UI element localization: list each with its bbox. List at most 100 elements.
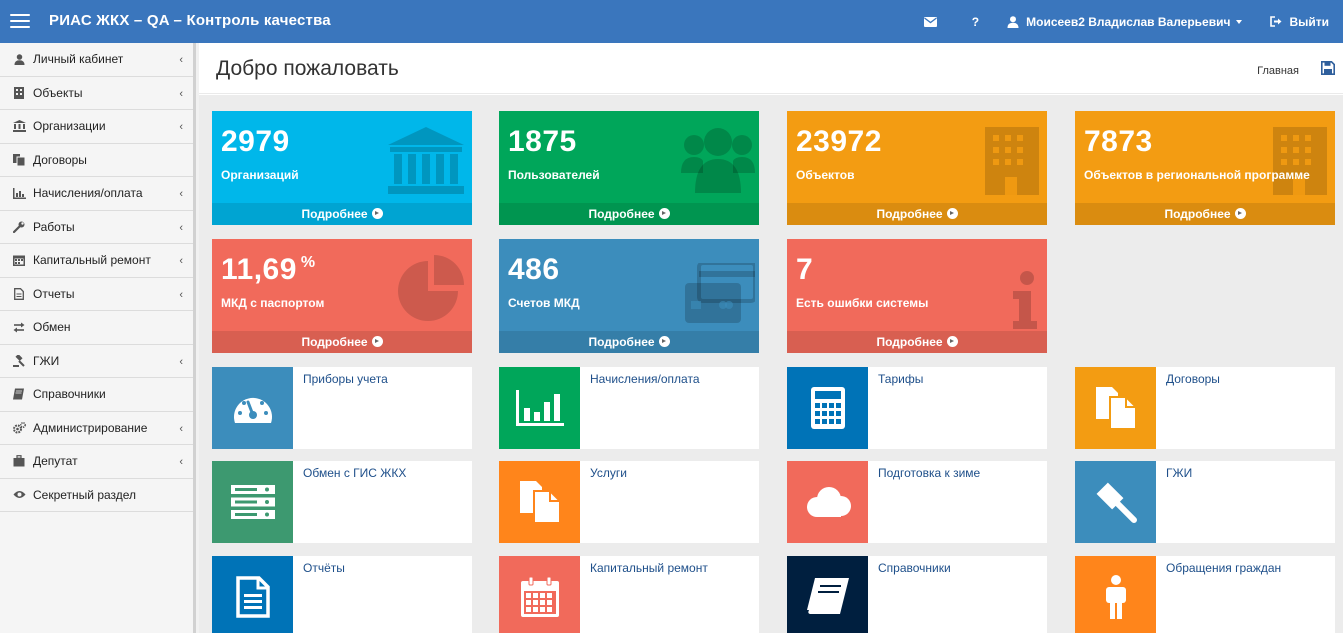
sidebar-item-label: ГЖИ [33,353,60,368]
messages-button[interactable] [910,0,958,43]
sidebar-item-exchange[interactable]: Обмен [0,311,193,345]
more-link[interactable]: Подробнее [787,331,1047,353]
module-label: Справочники [878,561,951,575]
module-citizen-requests[interactable]: Обращения граждан [1075,556,1335,633]
sidebar-item-directories[interactable]: Справочники [0,378,193,412]
sidebar-item-deputy[interactable]: Депутат ‹ [0,445,193,479]
sidebar-item-label: Секретный раздел [33,487,137,502]
sidebar-item-objects[interactable]: Объекты ‹ [0,76,193,110]
sidebar-item-label: Личный кабинет [33,52,124,67]
stat-value: 11,69% [221,253,316,287]
chevron-left-icon: ‹ [179,54,183,66]
stat-objects: 23972 Объектов Подробнее [787,111,1047,225]
building-icon [985,127,1039,195]
app-title[interactable]: РИАС ЖКХ – QA – Контроль качества [49,12,331,29]
module-label: Приборы учета [303,372,388,386]
sidebar-item-capital-repair[interactable]: Капитальный ремонт ‹ [0,244,193,278]
users-icon [681,128,755,193]
stat-label: Пользователей [508,168,600,182]
stat-users: 1875 Пользователей Подробнее [499,111,759,225]
user-name: Моисеев2 Владислав Валерьевич [1026,14,1231,29]
more-link[interactable]: Подробнее [212,331,472,353]
arrow-circle-right-icon [946,208,958,219]
arrow-circle-right-icon [658,336,670,347]
sidebar-item-label: Обмен [33,320,71,335]
stat-value: 7873 [1084,125,1153,158]
user-icon [12,52,26,66]
more-link[interactable]: Подробнее [787,203,1047,225]
module-reports[interactable]: Отчёты [212,556,472,633]
suitcase-icon [12,454,26,468]
help-button[interactable]: ? [958,0,993,43]
module-label: Договоры [1166,372,1220,386]
bar-chart-icon [12,186,26,200]
book-icon [787,556,868,633]
stat-unit: % [300,254,316,271]
breadcrumb[interactable]: Главная [1257,65,1299,77]
envelope-icon [923,16,937,27]
sidebar-item-organizations[interactable]: Организации ‹ [0,110,193,144]
sidebar-item-cabinet[interactable]: Личный кабинет ‹ [0,43,193,77]
sidebar: Личный кабинет ‹ Объекты ‹ Организации ‹… [0,43,196,633]
module-label: Обмен с ГИС ЖКХ [303,466,407,480]
stat-label: МКД с паспортом [221,296,325,310]
module-label: Подготовка к зиме [878,466,981,480]
arrow-circle-right-icon [946,336,958,347]
stat-value: 1875 [508,125,577,158]
module-directories[interactable]: Справочники [787,556,1047,633]
copy-icon [499,461,580,543]
sidebar-item-charges[interactable]: Начисления/оплата ‹ [0,177,193,211]
content-area: Добро пожаловать Главная 2979 Организаци… [199,43,1343,633]
stat-mkd-passport: 11,69% МКД с паспортом Подробнее [212,239,472,353]
module-services[interactable]: Услуги [499,461,759,543]
stat-label: Есть ошибки системы [796,296,929,310]
eye-icon [12,488,26,502]
logout-button[interactable]: Выйти [1256,0,1343,43]
dashboard-icon [212,367,293,449]
menu-toggle-icon[interactable] [10,14,30,29]
module-gzhi[interactable]: ГЖИ [1075,461,1335,543]
more-link[interactable]: Подробнее [499,331,759,353]
sidebar-item-administration[interactable]: Администрирование ‹ [0,411,193,445]
chevron-left-icon: ‹ [179,422,183,435]
stat-value: 7 [796,253,814,286]
more-label: Подробнее [301,335,368,349]
more-link[interactable]: Подробнее [499,203,759,225]
more-label: Подробнее [588,207,655,221]
credit-card-icon [685,263,755,323]
module-tariffs[interactable]: Тарифы [787,367,1047,449]
arrow-circle-right-icon [658,208,670,219]
stat-system-errors: 7 Есть ошибки системы Подробнее [787,239,1047,353]
chevron-left-icon: ‹ [179,221,183,234]
module-label: Начисления/оплата [590,372,700,386]
sidebar-item-label: Начисления/оплата [33,186,143,201]
user-menu[interactable]: Моисеев2 Владислав Валерьевич [993,0,1256,43]
module-contracts[interactable]: Договоры [1075,367,1335,449]
sidebar-item-secret[interactable]: Секретный раздел [0,478,193,512]
page-header: Добро пожаловать Главная [199,43,1343,94]
module-capital-repair[interactable]: Капитальный ремонт [499,556,759,633]
sidebar-item-reports[interactable]: Отчеты ‹ [0,277,193,311]
sidebar-item-label: Объекты [33,85,83,100]
module-meters[interactable]: Приборы учета [212,367,472,449]
gavel-icon [12,354,26,368]
sidebar-item-label: Отчеты [33,286,75,301]
sidebar-item-gzhi[interactable]: ГЖИ ‹ [0,344,193,378]
dashboard: 2979 Организаций Подробнее 1875 Пользова… [199,95,1343,633]
top-navbar: РИАС ЖКХ – QA – Контроль качества ? Моис… [0,0,1343,43]
more-link[interactable]: Подробнее [212,203,472,225]
calendar-icon [499,556,580,633]
more-link[interactable]: Подробнее [1075,203,1335,225]
file-text-icon [212,556,293,633]
info-icon [1013,271,1037,329]
sidebar-item-works[interactable]: Работы ‹ [0,210,193,244]
cogs-icon [12,421,26,435]
gavel-icon [1075,461,1156,543]
save-icon[interactable] [1321,61,1335,75]
sidebar-item-contracts[interactable]: Договоры [0,143,193,177]
module-winter-prep[interactable]: Подготовка к зиме [787,461,1047,543]
module-gis-exchange[interactable]: Обмен с ГИС ЖКХ [212,461,472,543]
stat-value: 2979 [221,125,290,158]
more-label: Подробнее [301,207,368,221]
module-charges[interactable]: Начисления/оплата [499,367,759,449]
